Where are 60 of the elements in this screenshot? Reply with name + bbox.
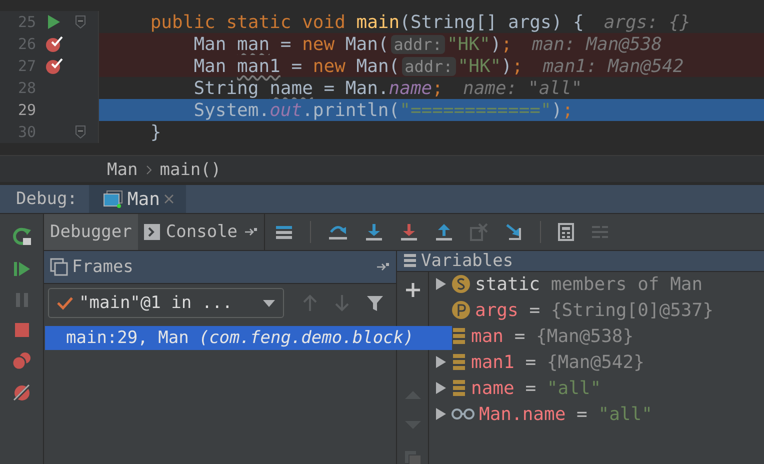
mute-breakpoints-icon[interactable]: [12, 384, 30, 402]
field-stack-icon: [451, 353, 467, 371]
pane-title: Variables: [421, 251, 514, 271]
inline-value-hint: man: Man@538: [532, 34, 662, 54]
field-stack-icon: [451, 327, 467, 345]
expand-arrow-icon[interactable]: [435, 381, 447, 395]
window-icon: [103, 190, 124, 208]
fold-icon[interactable]: [74, 125, 86, 139]
variable-entry[interactable]: args = {String[0]@537}: [475, 300, 714, 320]
field-stack-icon: [451, 379, 467, 397]
frame-item[interactable]: main:29, Man (com.feng.demo.block): [45, 326, 452, 350]
parameter-hint: addr:: [390, 34, 445, 54]
breakpoint-check-icon[interactable]: [45, 35, 63, 53]
variable-entry[interactable]: man1 = {Man@542}: [471, 352, 644, 372]
thread-dropdown[interactable]: "main"@1 in ...: [48, 288, 284, 318]
frames-icon: [50, 258, 68, 276]
calculator-icon[interactable]: [558, 223, 574, 241]
layout-icon[interactable]: [274, 224, 293, 240]
expand-arrow-icon[interactable]: [435, 407, 447, 421]
line-number: 29: [16, 101, 36, 119]
resume-icon[interactable]: [12, 260, 30, 278]
force-step-into-icon[interactable]: [400, 223, 418, 241]
filter-icon[interactable]: [366, 294, 384, 312]
tab[interactable]: Debugger: [44, 214, 138, 250]
dropdown-caret-icon: [263, 300, 275, 306]
breadcrumb[interactable]: main(): [160, 160, 222, 180]
variable-entry[interactable]: name = "all": [471, 378, 602, 398]
step-over-icon[interactable]: [328, 223, 348, 241]
variable-entry[interactable]: man = {Man@538}: [471, 326, 634, 346]
parameter-badge-icon: [451, 300, 471, 320]
pane-title: Frames: [72, 257, 134, 277]
variable-entry[interactable]: Man.name = "all": [479, 404, 652, 424]
inline-value-hint: name: "all": [462, 78, 582, 98]
parameter-hint: addr:: [402, 56, 456, 76]
panel-title: Debug:: [15, 188, 78, 211]
console-icon: [144, 224, 160, 240]
fold-icon[interactable]: [74, 15, 86, 29]
expand-arrow-icon[interactable]: [435, 355, 447, 369]
add-icon[interactable]: [404, 282, 420, 298]
breakpoints-icon[interactable]: [12, 352, 32, 370]
check-icon: [57, 296, 73, 310]
list-icon: [403, 253, 417, 269]
static-badge-icon: [451, 274, 471, 294]
expand-arrow-icon[interactable]: [435, 277, 447, 291]
chevron-icon: [146, 164, 152, 174]
breadcrumb[interactable]: Man: [107, 160, 138, 180]
glasses-icon: [451, 407, 475, 421]
stop-icon[interactable]: [14, 322, 30, 338]
variable-entry[interactable]: static members of Man: [475, 274, 703, 294]
inline-value-hint: man1: Man@542: [542, 56, 684, 76]
run-to-cursor-icon[interactable]: [504, 223, 523, 241]
rerun-icon[interactable]: [12, 226, 32, 246]
tab[interactable]: Console: [138, 214, 264, 250]
inline-value-hint: args: {}: [604, 12, 691, 32]
breakpoint-check-icon[interactable]: [45, 57, 63, 75]
step-into-icon[interactable]: [364, 223, 383, 241]
step-out-icon[interactable]: [434, 223, 453, 241]
session-tab[interactable]: Man: [89, 185, 186, 213]
run-arrow-icon[interactable]: [47, 14, 61, 30]
code-line: }: [98, 121, 764, 143]
